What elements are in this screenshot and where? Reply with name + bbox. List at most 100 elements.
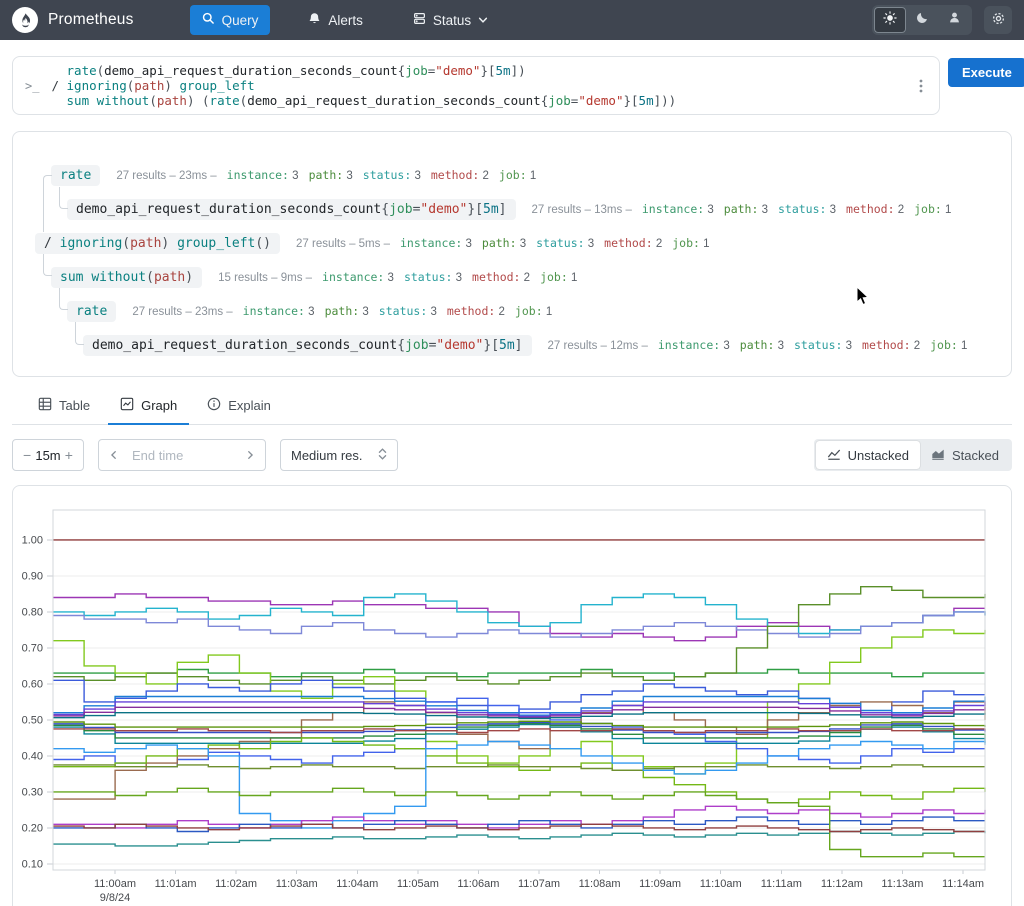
range-selector: − 15m + bbox=[12, 439, 84, 471]
series-line bbox=[53, 830, 986, 847]
label-count: 3 bbox=[462, 238, 472, 250]
theme-light-button[interactable] bbox=[874, 7, 906, 33]
code-token: demo_api_request_duration_seconds_count bbox=[247, 93, 541, 108]
x-axis-label: 11:02am bbox=[215, 878, 257, 890]
search-icon bbox=[202, 12, 215, 28]
label-count: 1 bbox=[526, 170, 537, 182]
tab-label: Table bbox=[59, 398, 91, 413]
y-axis-label: 0.90 bbox=[22, 570, 43, 582]
code-token: "demo" bbox=[436, 337, 484, 353]
tree-node-stats: 27 results – 23ms – instance: 3 path: 3 sta… bbox=[116, 168, 537, 182]
x-axis-label: 11:06am bbox=[457, 878, 499, 890]
nav-item-status[interactable]: Status bbox=[401, 5, 500, 35]
tab-label: Graph bbox=[141, 398, 178, 413]
code-token: ) bbox=[185, 269, 194, 285]
query-line[interactable]: / ignoring(path) group_left bbox=[51, 78, 911, 93]
code-token: 5m bbox=[483, 201, 499, 217]
label-count: 3 bbox=[516, 238, 527, 250]
query-expression[interactable]: rate(demo_api_request_duration_seconds_c… bbox=[51, 63, 911, 108]
execute-button[interactable]: Execute bbox=[948, 58, 1024, 87]
sun-icon bbox=[883, 10, 897, 30]
query-editor[interactable]: >_ rate(demo_api_request_duration_second… bbox=[12, 56, 940, 115]
label-count: 1 bbox=[567, 272, 578, 284]
theme-auto-button[interactable] bbox=[938, 7, 970, 33]
tree-node-expression[interactable]: rate bbox=[51, 164, 101, 186]
label-count: 3 bbox=[826, 204, 837, 216]
query-options-kebab-icon[interactable] bbox=[911, 78, 931, 94]
label-count: 3 bbox=[774, 340, 784, 352]
y-axis-label: 0.70 bbox=[22, 642, 43, 654]
code-token: group_left bbox=[177, 235, 256, 251]
tree-node-expression[interactable]: sum without(path) bbox=[51, 266, 203, 288]
toggle-label: Stacked bbox=[952, 447, 999, 463]
moon-icon bbox=[916, 11, 929, 29]
tab-explain[interactable]: Explain bbox=[195, 391, 283, 425]
nav-item-label: Status bbox=[432, 12, 472, 28]
y-axis-label: 0.30 bbox=[22, 786, 43, 798]
code-token: 5m bbox=[499, 337, 515, 353]
label-name: method: bbox=[604, 236, 653, 250]
resolution-select[interactable]: Medium res. bbox=[280, 439, 398, 471]
plot-border bbox=[52, 509, 986, 871]
range-increase-button[interactable]: + bbox=[64, 447, 74, 463]
code-token: sum bbox=[60, 269, 84, 285]
tree-node-expression[interactable]: demo_api_request_duration_seconds_count{… bbox=[67, 198, 516, 220]
series-line bbox=[53, 668, 985, 678]
label-name: status: bbox=[777, 202, 827, 216]
table-icon bbox=[38, 397, 52, 414]
label-name: status: bbox=[362, 168, 412, 182]
label-count: 2 bbox=[479, 170, 489, 182]
query-line[interactable]: rate(demo_api_request_duration_seconds_c… bbox=[51, 63, 911, 78]
app-title: Prometheus bbox=[48, 11, 134, 28]
x-axis-label: 11:12am bbox=[821, 878, 863, 890]
code-token: sum bbox=[66, 93, 90, 108]
select-chevrons-icon bbox=[378, 447, 387, 464]
label-name: instance: bbox=[657, 338, 721, 352]
code-token: } bbox=[467, 201, 476, 217]
info-icon bbox=[207, 397, 221, 414]
query-line[interactable]: sum without(path) (rate(demo_api_request… bbox=[51, 93, 911, 108]
unstacked-toggle[interactable]: Unstacked bbox=[815, 441, 921, 469]
theme-dark-button[interactable] bbox=[906, 7, 938, 33]
nav-menu: Query Alerts Status bbox=[189, 5, 501, 35]
chevron-right-icon[interactable] bbox=[245, 448, 255, 463]
graph-plot[interactable]: 1.00 0.90 0.80 0.70 0.60 0.50 0.40 0.30 0.20 0.10… bbox=[13, 486, 1011, 906]
label-name: job: bbox=[514, 304, 543, 318]
label-count: 3 bbox=[720, 340, 730, 352]
label-name: status: bbox=[793, 338, 843, 352]
graph-icon bbox=[120, 397, 134, 414]
y-axis-label: 1.00 bbox=[22, 534, 43, 546]
code-token: "demo" bbox=[420, 201, 468, 217]
tab-label: Explain bbox=[228, 398, 271, 413]
stacked-toggle[interactable]: Stacked bbox=[920, 441, 1010, 469]
tab-table[interactable]: Table bbox=[26, 391, 102, 425]
label-name: status: bbox=[378, 304, 428, 318]
label-count: 2 bbox=[910, 340, 921, 352]
stacking-toggle: Unstacked Stacked bbox=[813, 439, 1012, 471]
tab-graph[interactable]: Graph bbox=[108, 391, 190, 425]
x-axis-label: 11:14am bbox=[942, 878, 984, 890]
tree-node-row: / ignoring(path) group_left() 27 results … bbox=[13, 226, 1011, 260]
label-name: method: bbox=[446, 304, 496, 318]
nav-item-alerts[interactable]: Alerts bbox=[296, 5, 375, 35]
label-name: path: bbox=[739, 338, 775, 352]
nav-item-query[interactable]: Query bbox=[189, 5, 271, 35]
tree-connector bbox=[59, 187, 68, 209]
end-time-input[interactable] bbox=[132, 447, 232, 463]
tree-node-expression[interactable]: rate bbox=[67, 300, 117, 322]
prometheus-logo-icon bbox=[12, 7, 38, 33]
tree-node-stats: 15 results – 9ms – instance: 3 status: 3 me… bbox=[218, 270, 578, 284]
label-name: job: bbox=[540, 270, 568, 284]
tree-node-row: rate 27 results – 23ms – instance: 3 path: … bbox=[13, 294, 1011, 328]
range-decrease-button[interactable]: − bbox=[22, 447, 32, 463]
tree-node-expression[interactable]: / ignoring(path) group_left() bbox=[35, 232, 281, 254]
code-token: 5m bbox=[495, 63, 511, 78]
label-count: 1 bbox=[699, 238, 710, 250]
x-axis-label: 11:03am bbox=[276, 878, 318, 890]
label-count: 3 bbox=[411, 170, 421, 182]
chevron-left-icon[interactable] bbox=[109, 448, 119, 463]
top-nav: Prometheus Query Alerts Status bbox=[0, 0, 1024, 40]
tree-node-expression[interactable]: demo_api_request_duration_seconds_count{… bbox=[83, 334, 532, 356]
settings-button[interactable] bbox=[984, 6, 1012, 34]
label-name: status: bbox=[536, 236, 585, 250]
